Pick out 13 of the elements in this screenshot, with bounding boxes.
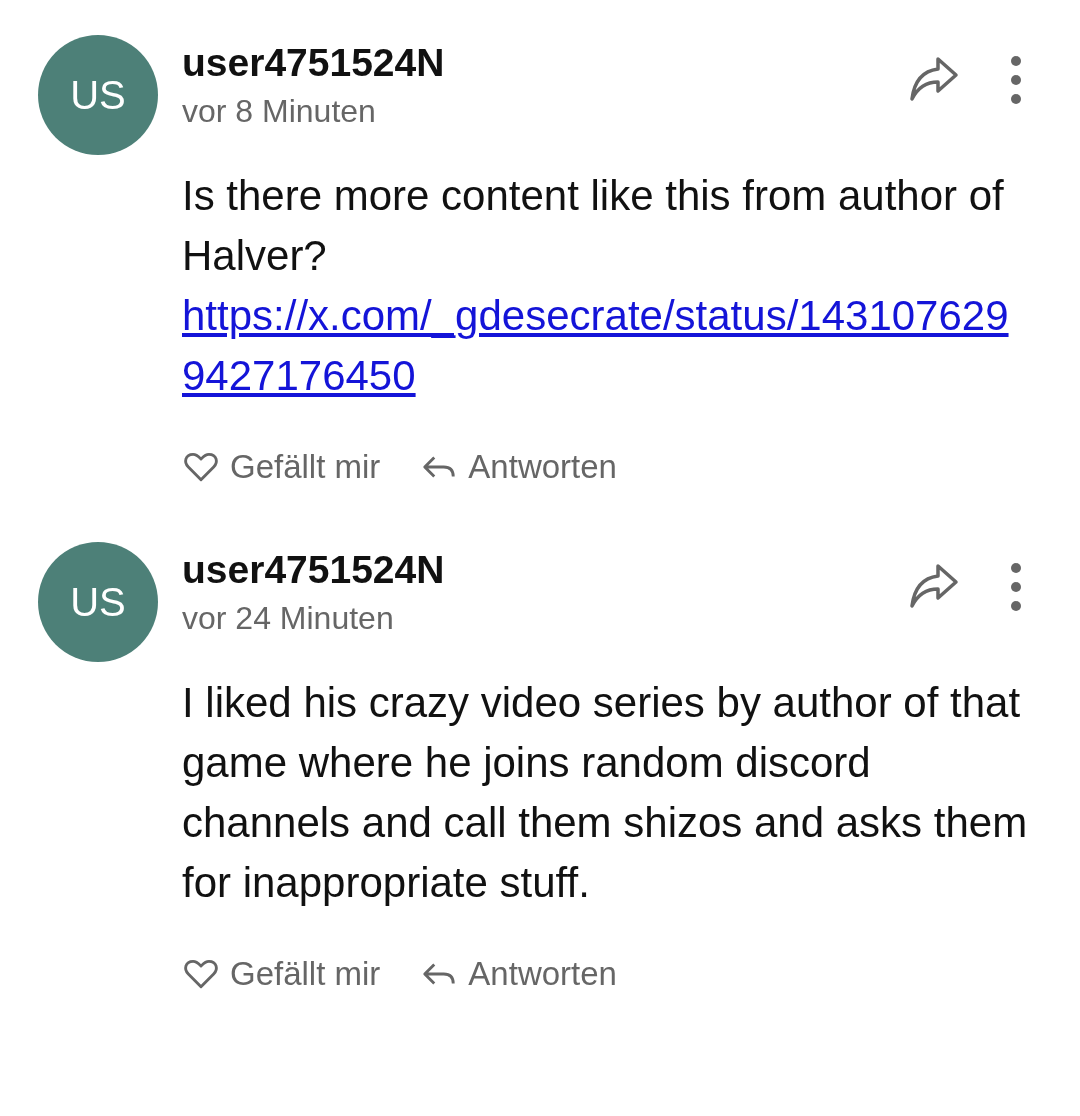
timestamp: vor 24 Minuten bbox=[182, 600, 395, 637]
avatar: US bbox=[38, 35, 158, 155]
comment-text: Is there more content like this from author of Halver? bbox=[182, 171, 1005, 281]
link[interactable]: https://x.com/_gdesecrate/status/1431076299427176450 bbox=[182, 286, 1030, 406]
timestamp: vor 8 Minuten bbox=[182, 93, 377, 130]
like-button[interactable]: Gefällt mir bbox=[182, 448, 381, 486]
reply-button[interactable]: Antworten bbox=[420, 448, 617, 486]
comment-text: I liked his crazy video series by author of that game where he joins random discord channels and call them shizos and asks them for inappropriate stuff. bbox=[182, 678, 1029, 908]
avatar: US bbox=[38, 542, 158, 662]
username: user4751524N bbox=[182, 41, 446, 85]
username: user4751524N bbox=[182, 548, 446, 592]
reply-button[interactable]: Antworten bbox=[420, 955, 617, 993]
like-button[interactable]: Gefällt mir bbox=[182, 955, 381, 993]
